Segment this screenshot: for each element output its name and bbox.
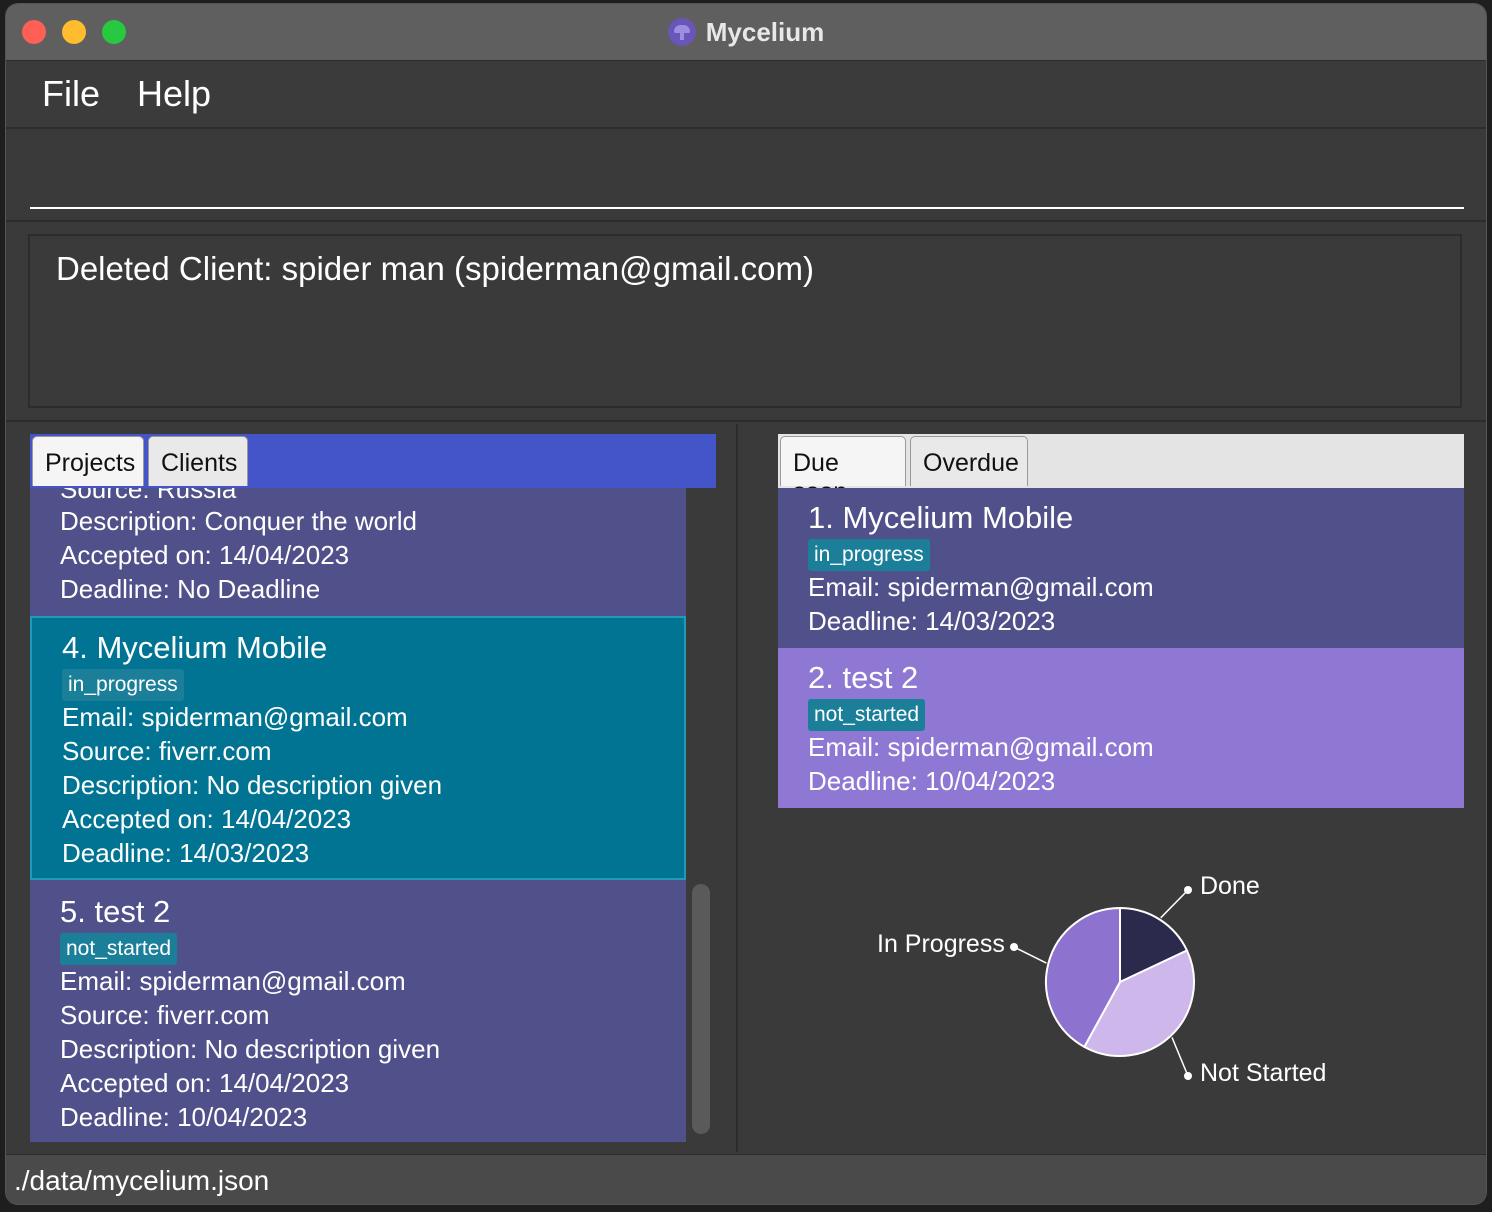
pie-leader-dot	[1184, 886, 1192, 894]
project-deadline: Deadline: 10/04/2023	[60, 1102, 308, 1132]
project-accepted: Accepted on: 14/04/2023	[62, 804, 352, 834]
divider	[6, 220, 1486, 222]
pie-leader-line	[1013, 946, 1047, 964]
menu-file[interactable]: File	[42, 73, 100, 115]
panel-divider	[736, 424, 738, 1152]
tab-projects-label: Projects	[45, 449, 136, 477]
due-card[interactable]: 1. Mycelium Mobile in_progress Email: sp…	[778, 488, 1464, 648]
command-box	[6, 129, 1486, 222]
project-email: Email: spiderman@gmail.com	[62, 702, 408, 732]
project-source: Source: fiverr.com	[62, 736, 272, 766]
due-heading: 1. Mycelium Mobile	[808, 500, 1074, 535]
status-pie-chart: Done Not Started In Progress	[778, 844, 1464, 1124]
scrollbar-thumb[interactable]	[692, 884, 710, 1134]
due-deadline: Deadline: 10/04/2023	[808, 766, 1056, 796]
menu-bar: File Help	[6, 61, 1486, 129]
command-input[interactable]	[30, 129, 1464, 209]
project-card-partial[interactable]: Source: Russia Description: Conquer the …	[30, 488, 686, 616]
project-heading: 4. Mycelium Mobile	[62, 630, 328, 665]
tab-clients[interactable]: Clients	[148, 436, 248, 486]
tab-overdue[interactable]: Overdue	[910, 436, 1028, 486]
project-accepted: Accepted on: 14/04/2023	[60, 540, 350, 570]
app-window: Mycelium File Help Deleted Client: spide…	[6, 4, 1486, 1204]
left-tab-bar: Projects Clients	[30, 434, 716, 488]
project-email: Email: spiderman@gmail.com	[60, 966, 406, 996]
data-file-path: ./data/mycelium.json	[14, 1165, 270, 1196]
divider	[6, 420, 1486, 422]
tab-clients-label: Clients	[161, 449, 238, 477]
pie-leader-line	[1171, 1037, 1189, 1077]
project-source: Source: Russia	[60, 488, 237, 504]
due-heading: 2. test 2	[808, 660, 919, 695]
tab-projects[interactable]: Projects	[32, 436, 144, 486]
pie-label-done: Done	[1200, 872, 1260, 900]
mushroom-app-icon	[667, 18, 696, 46]
status-badge: not_started	[60, 933, 178, 965]
result-message: Deleted Client: spider man (spiderman@gm…	[56, 250, 814, 287]
pie-label-in-progress: In Progress	[877, 930, 1005, 958]
due-email: Email: spiderman@gmail.com	[808, 732, 1154, 762]
status-badge: in_progress	[62, 669, 184, 701]
pie-chart-svg	[1010, 886, 1195, 1080]
pie-label-not-started: Not Started	[1200, 1059, 1327, 1087]
due-email: Email: spiderman@gmail.com	[808, 572, 1154, 602]
project-description: Description: Conquer the world	[60, 506, 417, 536]
status-badge: not_started	[808, 699, 926, 731]
right-tab-bar: Due soon Overdue	[778, 434, 1464, 506]
title-bar: Mycelium	[6, 4, 1486, 61]
project-card[interactable]: 4. Mycelium Mobile in_progress Email: sp…	[30, 616, 686, 880]
project-card[interactable]: 5. test 2 not_started Email: spiderman@g…	[30, 880, 686, 1142]
tab-overdue-label: Overdue	[923, 449, 1019, 477]
result-display: Deleted Client: spider man (spiderman@gm…	[28, 234, 1462, 408]
project-list[interactable]: Source: Russia Description: Conquer the …	[30, 488, 686, 1142]
due-list[interactable]: 1. Mycelium Mobile in_progress Email: sp…	[778, 488, 1464, 808]
due-deadline: Deadline: 14/03/2023	[808, 606, 1056, 636]
due-card[interactable]: 2. test 2 not_started Email: spiderman@g…	[778, 648, 1464, 808]
project-description: Description: No description given	[60, 1034, 441, 1064]
status-bar: ./data/mycelium.json	[6, 1154, 1486, 1204]
project-accepted: Accepted on: 14/04/2023	[60, 1068, 350, 1098]
tab-due-soon[interactable]: Due soon	[780, 436, 906, 506]
project-description: Description: No description given	[62, 770, 443, 800]
pie-leader-dot	[1010, 943, 1018, 951]
project-deadline: Deadline: 14/03/2023	[62, 838, 310, 868]
pie-leader-dot	[1184, 1072, 1192, 1080]
project-deadline: Deadline: No Deadline	[60, 574, 321, 604]
project-heading: 5. test 2	[60, 894, 171, 929]
window-title: Mycelium	[705, 16, 825, 47]
pie-leader-line	[1160, 889, 1189, 919]
menu-help[interactable]: Help	[137, 73, 211, 115]
project-source: Source: fiverr.com	[60, 1000, 270, 1030]
status-badge: in_progress	[808, 539, 930, 571]
